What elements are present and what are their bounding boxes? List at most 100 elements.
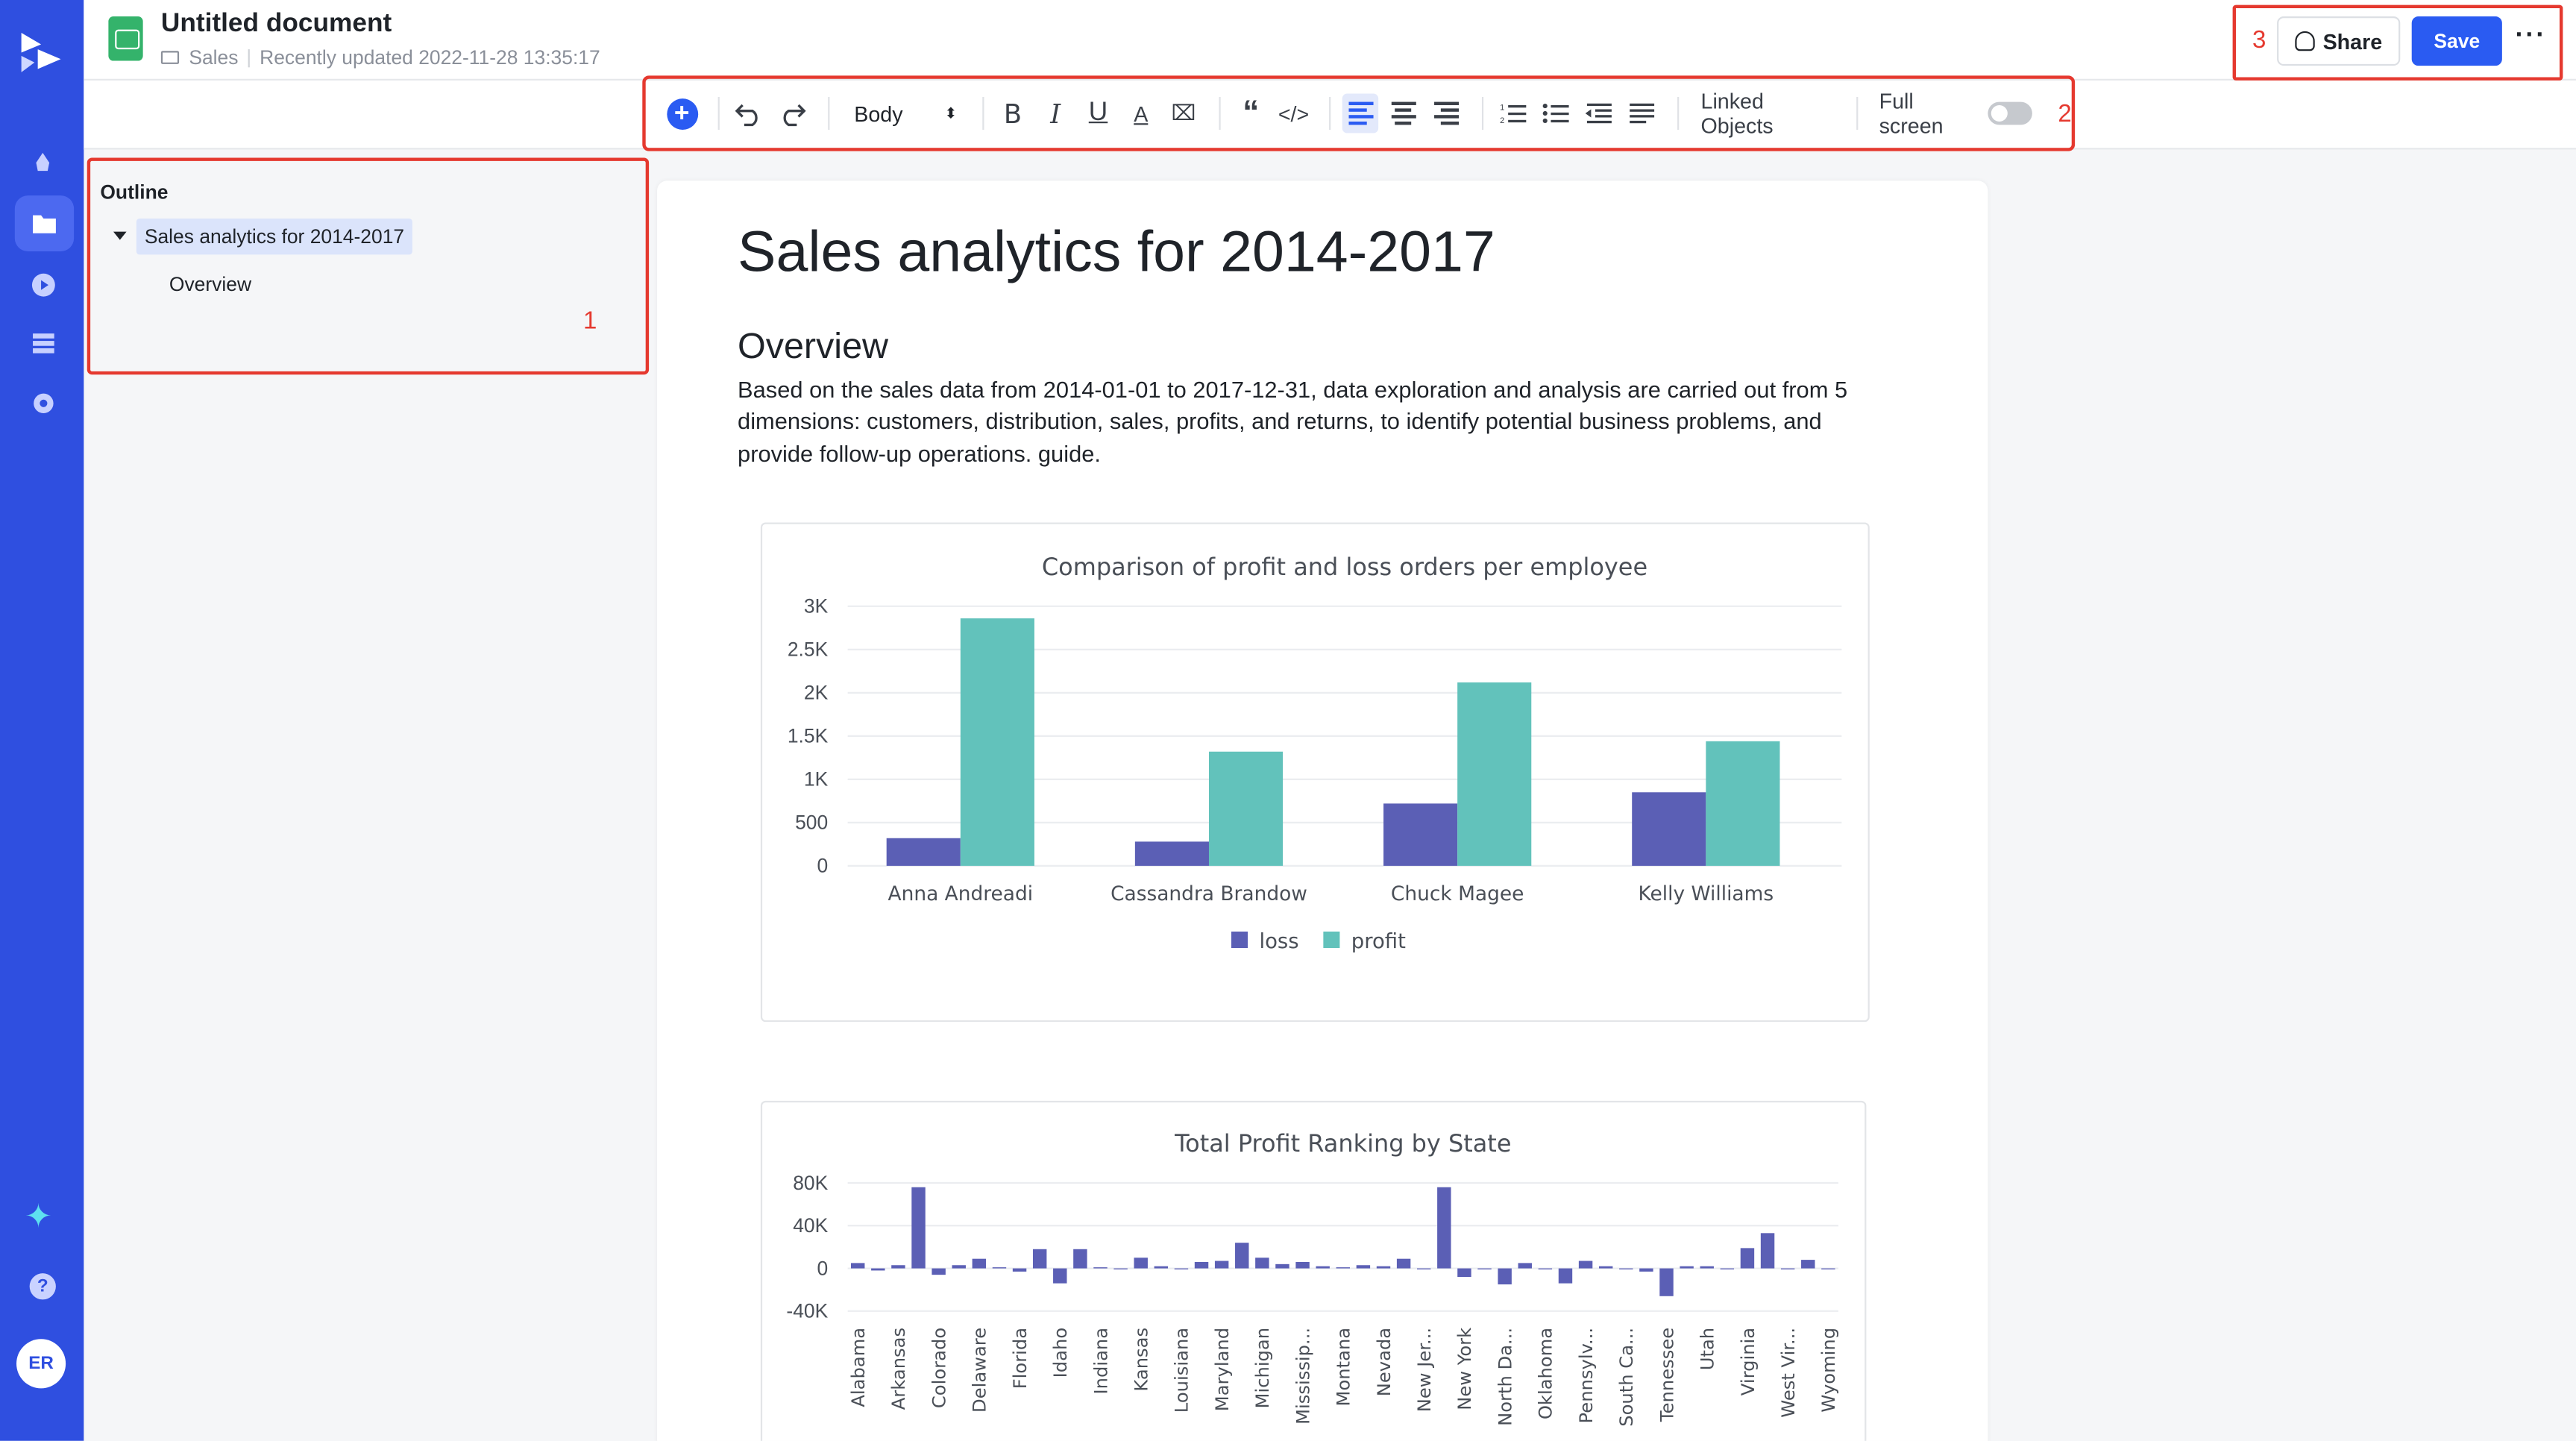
state-label: South Ca... [1616,1328,1637,1427]
full-screen-toggle[interactable] [1988,101,2032,125]
bullet-list-icon[interactable] [1539,94,1574,134]
align-center-icon[interactable] [1386,94,1421,134]
outline-panel: Outline Sales analytics for 2014-2017 Ov… [87,157,650,375]
outline-item-heading[interactable]: Sales analytics for 2014-2017 [136,218,413,255]
state-label: Arkansas [888,1328,909,1410]
state-label: Indiana [1090,1328,1111,1395]
state-label: Pennsylv... [1576,1328,1597,1424]
state-bar [871,1268,885,1271]
text-color-icon[interactable]: A [1123,94,1159,134]
toolbar-divider [1329,96,1332,131]
insert-button[interactable]: + [664,94,700,134]
state-label: Delaware [970,1328,990,1413]
outdent-icon[interactable] [1581,94,1617,134]
ordered-list-icon[interactable]: 12 [1495,94,1531,134]
state-bar [1012,1268,1027,1272]
document-paragraph[interactable]: Based on the sales data from 2014-01-01 … [738,374,1888,470]
highlight-color-icon[interactable]: ⌧ [1166,94,1201,134]
folder-name[interactable]: Sales [189,46,238,69]
document-canvas[interactable]: Sales analytics for 2014-2017 Overview B… [657,180,1988,1441]
y-tick-label: -40K [786,1300,828,1322]
user-icon [2295,31,2315,51]
outline-title: Outline [100,180,169,204]
legend-swatch [1231,931,1248,949]
select-arrows-icon: ⬍ [944,104,958,121]
state-label: Montana [1333,1328,1354,1407]
redo-icon[interactable] [773,94,809,134]
folder-small-icon [160,51,180,64]
rocket-icon[interactable] [22,143,64,186]
state-bar [1457,1268,1471,1278]
y-tick-label: 3K [804,595,829,618]
state-bar [1376,1266,1391,1269]
document-heading[interactable]: Sales analytics for 2014-2017 [738,220,1495,286]
state-label: Utah [1697,1328,1718,1370]
align-left-icon[interactable] [1342,93,1379,134]
bar-profit [1706,741,1780,866]
stack-icon[interactable] [22,322,64,365]
help-icon[interactable]: ? [29,1273,56,1300]
state-bar [1032,1249,1047,1269]
quote-icon[interactable]: “ [1233,94,1269,134]
legend-swatch [1323,931,1340,949]
state-label: Colorado [929,1328,949,1408]
document-title[interactable]: Untitled document [161,10,392,40]
app-logo-icon[interactable] [18,30,64,76]
x-tick-label: Chuck Magee [1391,882,1524,905]
state-bar [891,1265,905,1269]
code-icon[interactable]: </> [1275,94,1311,134]
svg-text:1: 1 [1501,104,1505,113]
document-subheading[interactable]: Overview [738,325,888,368]
state-bar [1295,1261,1310,1269]
bar-loss [886,838,961,866]
state-bar [1558,1268,1573,1284]
legend-label: loss [1259,929,1298,953]
more-options-icon[interactable]: ··· [2515,22,2546,51]
sparkle-icon[interactable]: ✦ [25,1196,52,1237]
svg-text:2: 2 [1501,116,1505,125]
y-tick-label: 1.5K [788,725,829,747]
state-bar [1336,1267,1351,1269]
bar-profit [1208,751,1284,866]
folder-icon[interactable] [14,195,75,252]
play-icon[interactable] [22,263,64,305]
chart-employee-card[interactable]: Comparison of profit and loss orders per… [760,522,1870,1023]
y-tick-label: 80K [793,1172,828,1194]
region-number-1: 1 [582,307,597,336]
state-label: Alabama [848,1328,869,1407]
bar-loss [1632,792,1706,866]
bar-profit [1457,682,1532,866]
bold-icon[interactable]: B [995,94,1031,134]
y-tick-label: 0 [817,855,829,877]
state-bar [850,1263,865,1269]
settings-icon[interactable] [22,381,64,424]
underline-icon[interactable]: U [1080,94,1116,134]
state-label: Kansas [1131,1328,1152,1392]
legend-label: profit [1351,929,1406,953]
share-button[interactable]: Share [2277,16,2401,66]
save-button[interactable]: Save [2411,16,2502,66]
align-right-icon[interactable] [1428,94,1464,134]
document-meta: Sales Recently updated 2022-11-28 13:35:… [160,46,600,69]
chart-state-card[interactable]: Total Profit Ranking by State -40K 0 40K 80K… [760,1100,1867,1441]
state-bar [911,1187,926,1269]
state-label: New York [1454,1328,1475,1410]
italic-icon[interactable]: I [1037,94,1073,134]
y-tick-label: 2.5K [788,638,829,661]
caret-down-icon[interactable] [113,231,127,240]
outline-item-overview[interactable]: Overview [169,273,251,296]
state-label: Wyoming [1818,1328,1839,1413]
document-icon [108,16,143,61]
linked-objects-button[interactable]: Linked Objects [1701,89,1835,138]
state-bar [1316,1266,1330,1269]
state-bar [1578,1261,1593,1269]
state-bar [972,1258,987,1269]
state-bar [1275,1263,1289,1269]
indent-icon[interactable] [1624,94,1659,134]
undo-icon[interactable] [731,94,767,134]
avatar[interactable]: ER [16,1339,66,1389]
text-style-select[interactable]: Body ⬍ [841,94,970,134]
state-label: North Da... [1495,1328,1515,1426]
toolbar-divider [828,96,830,131]
full-screen-label: Full screen [1879,88,1944,139]
